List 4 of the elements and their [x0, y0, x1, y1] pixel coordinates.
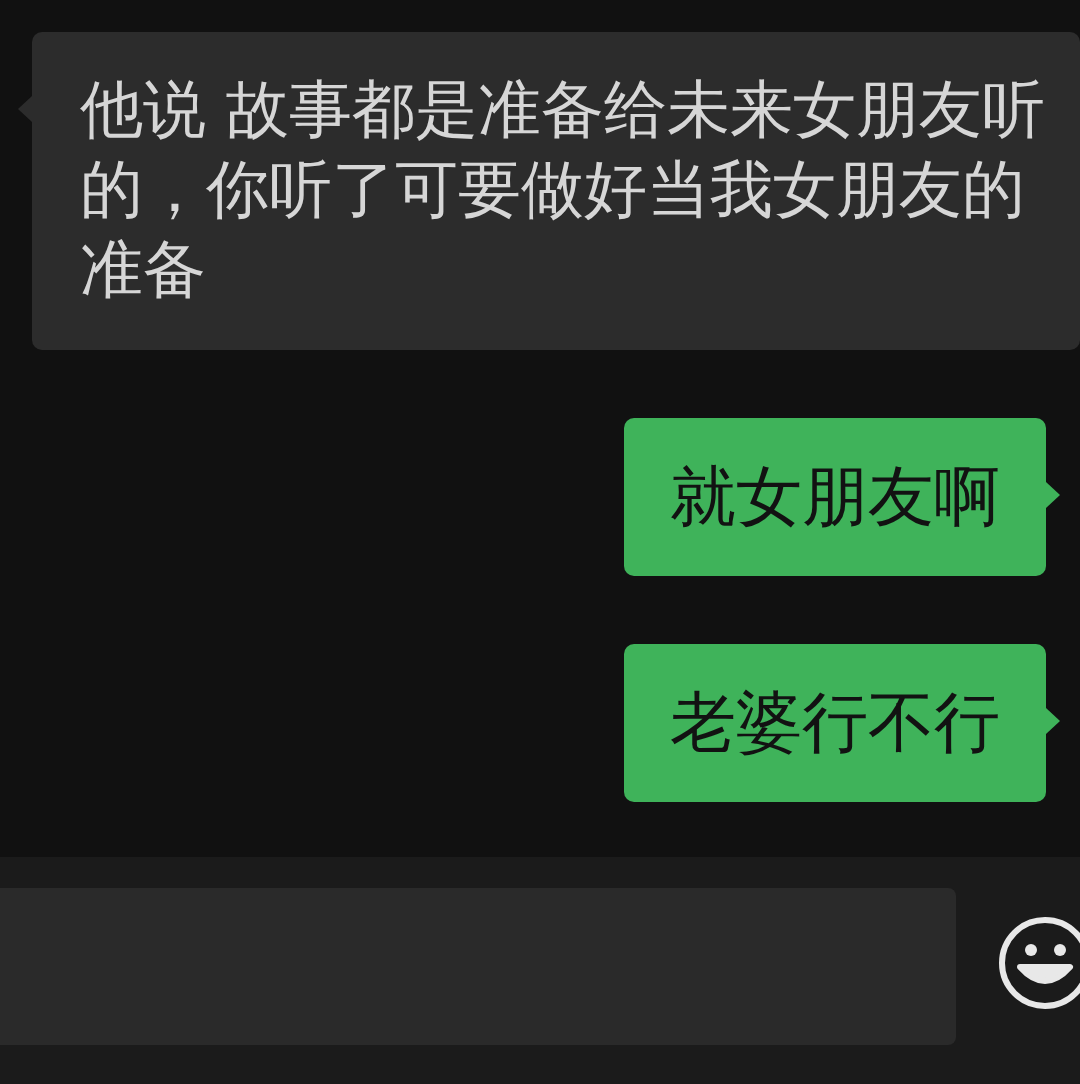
message-text: 老婆行不行 [670, 683, 1000, 763]
message-text: 就女朋友啊 [670, 457, 1000, 537]
message-text: 他说 故事都是准备给未来女朋友听的，你听了可要做好当我女朋友的准备 [80, 72, 1047, 308]
emoji-icon[interactable] [998, 915, 1080, 1011]
